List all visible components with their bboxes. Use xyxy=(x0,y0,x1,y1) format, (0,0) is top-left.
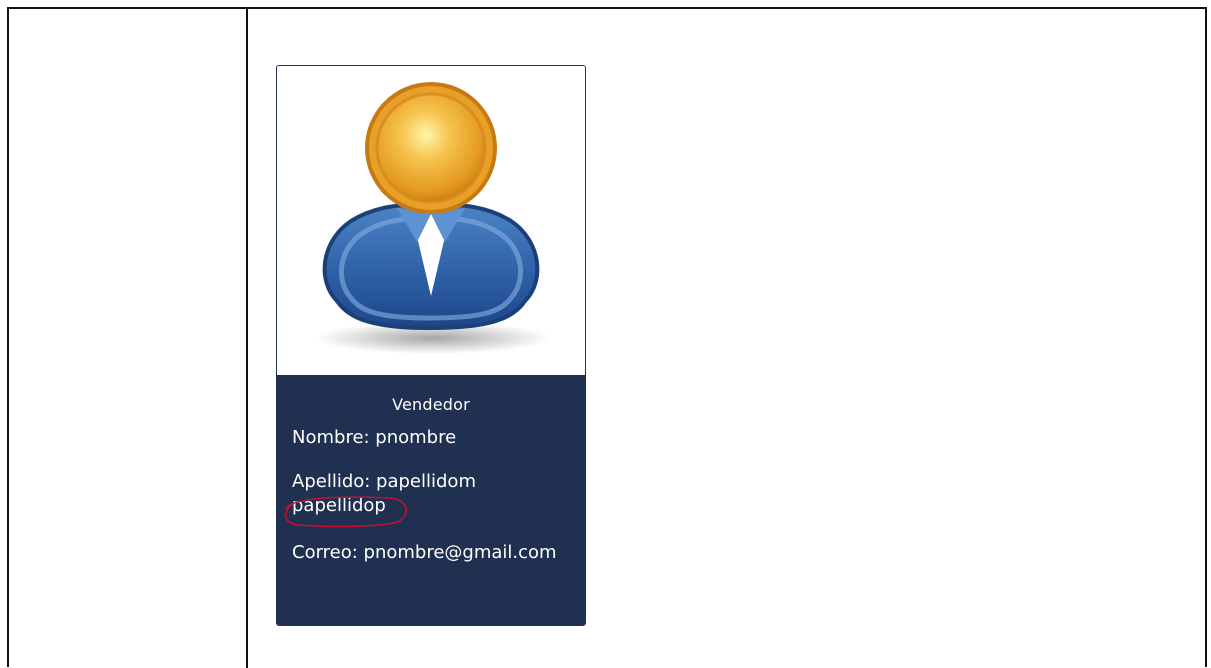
seller-avatar-image xyxy=(277,66,585,374)
seller-card: Vendedor Nombre: pnombre Apellido: papel… xyxy=(276,65,586,626)
user-avatar-icon xyxy=(315,82,551,354)
seller-info-panel: Vendedor Nombre: pnombre Apellido: papel… xyxy=(277,375,585,625)
seller-email-text: Correo: pnombre@gmail.com xyxy=(292,542,557,563)
page-frame xyxy=(7,7,1207,667)
seller-role-label: Vendedor xyxy=(392,395,470,414)
seller-name-text: Nombre: pnombre xyxy=(292,427,457,448)
column-divider xyxy=(246,8,248,668)
seller-surname-text: Apellido: papellidom papellidop xyxy=(292,471,476,516)
